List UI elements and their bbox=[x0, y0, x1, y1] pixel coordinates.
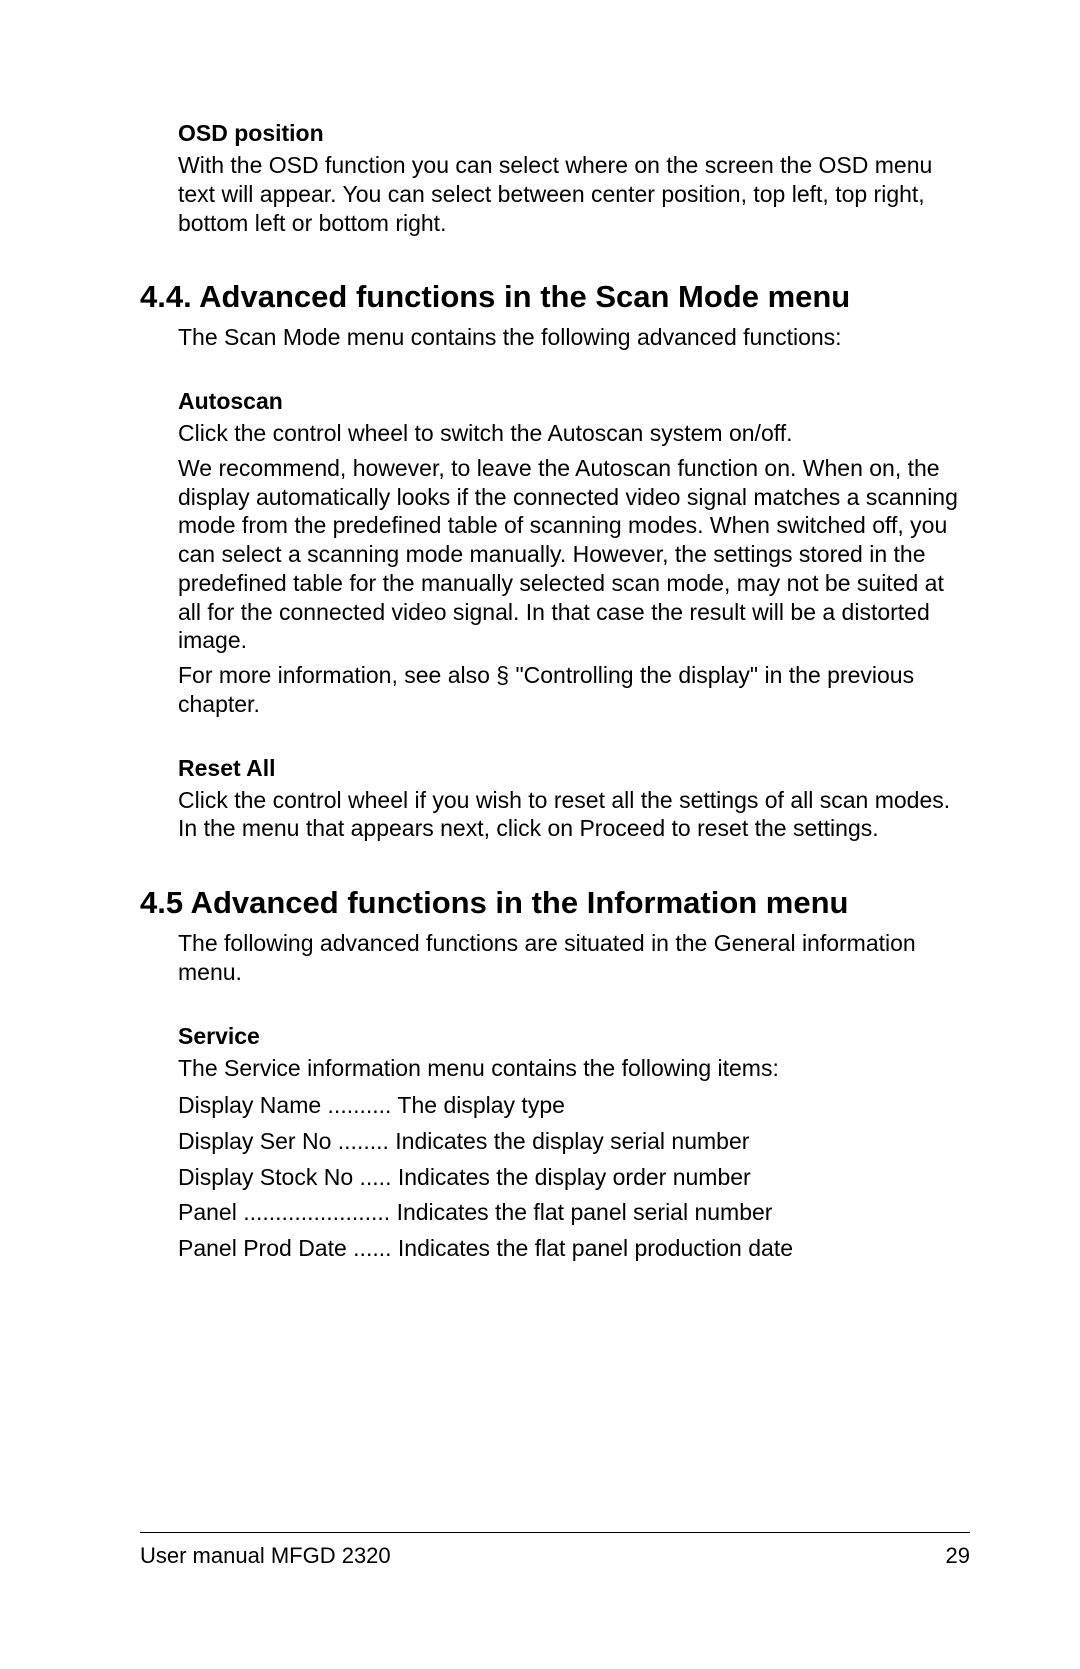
page-content: OSD position With the OSD function you c… bbox=[0, 0, 1080, 1266]
autoscan-p1: Click the control wheel to switch the Au… bbox=[178, 419, 970, 448]
section-4-5-intro: The following advanced functions are sit… bbox=[178, 929, 970, 987]
service-intro: The Service information menu contains th… bbox=[178, 1054, 970, 1083]
page-number: 29 bbox=[946, 1543, 970, 1569]
service-heading: Service bbox=[178, 1023, 970, 1050]
service-row-panel-prod-date: Panel Prod Date ...... Indicates the fla… bbox=[178, 1231, 970, 1267]
autoscan-p3: For more information, see also § "Contro… bbox=[178, 661, 970, 719]
section-4-4-heading: 4.4. Advanced functions in the Scan Mode… bbox=[140, 279, 970, 315]
section-4-4-intro: The Scan Mode menu contains the followin… bbox=[178, 323, 970, 352]
autoscan-p2: We recommend, however, to leave the Auto… bbox=[178, 454, 970, 655]
service-items: Display Name .......... The display type… bbox=[178, 1088, 970, 1266]
service-row-display-name: Display Name .......... The display type bbox=[178, 1088, 970, 1124]
section-4-5-heading: 4.5 Advanced functions in the Informatio… bbox=[140, 885, 970, 921]
reset-all-body: Click the control wheel if you wish to r… bbox=[178, 786, 970, 844]
footer-rule bbox=[140, 1532, 970, 1533]
autoscan-heading: Autoscan bbox=[178, 388, 970, 415]
osd-position-body: With the OSD function you can select whe… bbox=[178, 151, 970, 237]
service-row-panel: Panel ....................... Indicates … bbox=[178, 1195, 970, 1231]
reset-all-heading: Reset All bbox=[178, 755, 970, 782]
service-row-display-stock-no: Display Stock No ..... Indicates the dis… bbox=[178, 1160, 970, 1196]
osd-position-heading: OSD position bbox=[178, 120, 970, 147]
service-row-display-ser-no: Display Ser No ........ Indicates the di… bbox=[178, 1124, 970, 1160]
page-footer: User manual MFGD 2320 29 bbox=[140, 1532, 970, 1569]
footer-title: User manual MFGD 2320 bbox=[140, 1543, 391, 1569]
